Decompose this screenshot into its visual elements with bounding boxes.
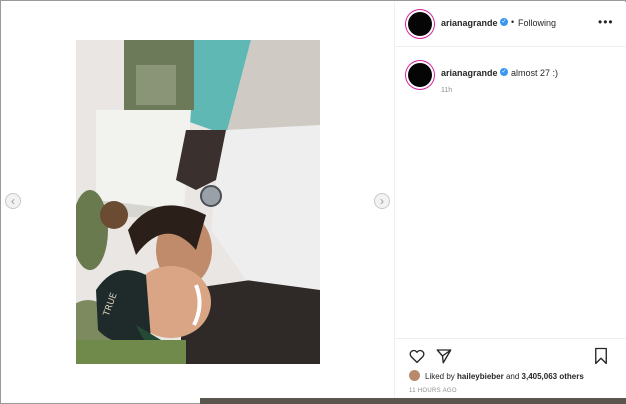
previous-arrow-icon[interactable]: ‹ — [5, 193, 21, 209]
bookmark-icon[interactable] — [593, 347, 609, 365]
avatar[interactable] — [408, 12, 432, 36]
background-strip — [200, 398, 626, 404]
more-options-icon[interactable]: ••• — [598, 15, 614, 29]
post-side-panel: arianagrande ✓ • Following ••• arianagra… — [394, 2, 626, 398]
heart-icon[interactable] — [408, 347, 426, 365]
action-bar: Liked by haileybieber and 3,405,063 othe… — [395, 338, 626, 399]
next-arrow-icon[interactable]: › — [374, 193, 390, 209]
following-button[interactable]: Following — [518, 18, 556, 28]
liker-avatar[interactable] — [409, 370, 420, 381]
caption-avatar[interactable] — [408, 63, 432, 87]
post-photo[interactable]: TRUE — [76, 40, 320, 364]
post-header: arianagrande ✓ • Following ••• — [395, 2, 626, 47]
verified-badge-icon: ✓ — [500, 68, 508, 76]
likes-and: and — [503, 372, 522, 381]
verified-badge-icon: ✓ — [500, 18, 508, 26]
post-window: TRUE ‹ › arianagrande ✓ • Following ••• … — [0, 0, 626, 404]
media-area: TRUE ‹ › — [2, 2, 394, 398]
caption-time[interactable]: 11h — [441, 87, 452, 94]
header-separator: • — [511, 17, 515, 27]
caption-text: almost 27 :) — [511, 68, 559, 78]
likes-prefix: Liked by — [425, 372, 458, 381]
caption-username[interactable]: arianagrande — [441, 68, 498, 78]
photo-illustration: TRUE — [76, 40, 320, 364]
share-icon[interactable] — [435, 347, 453, 365]
likes-count[interactable]: 3,405,063 others — [522, 372, 584, 381]
post-timestamp[interactable]: 11 HOURS AGO — [409, 388, 457, 394]
header-username[interactable]: arianagrande — [441, 18, 498, 28]
likes-summary: Liked by haileybieber and 3,405,063 othe… — [425, 372, 584, 381]
liker-username[interactable]: haileybieber — [457, 372, 504, 381]
